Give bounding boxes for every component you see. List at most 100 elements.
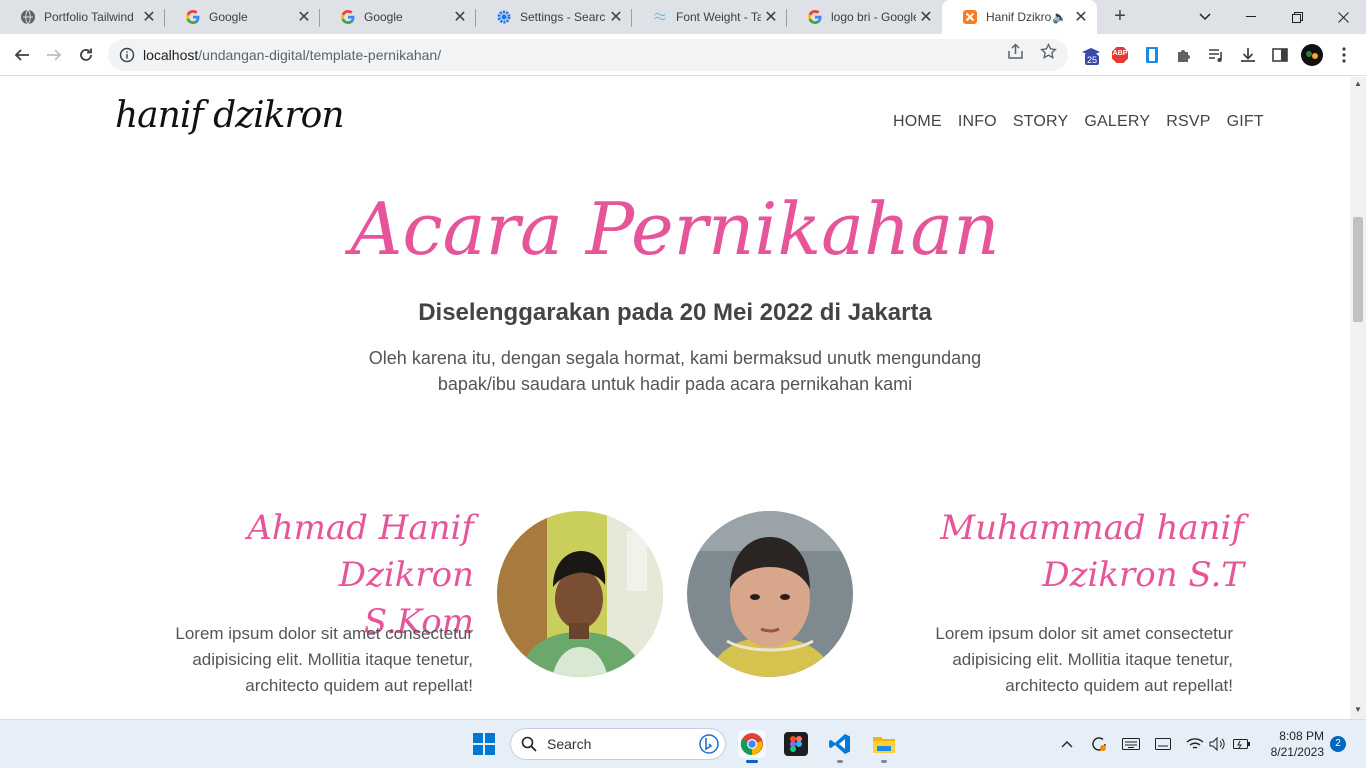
bookmark-star-icon[interactable] — [1039, 42, 1057, 60]
nav-info[interactable]: INFO — [958, 113, 997, 131]
groom-description: Lorem ipsum dolor sit amet consectetur a… — [175, 624, 473, 695]
search-icon — [521, 736, 537, 752]
tab-title: Font Weight - Tai — [676, 10, 761, 24]
reload-icon — [80, 48, 92, 61]
scroll-up-icon[interactable]: ▲ — [1354, 79, 1362, 88]
page-scrollbar[interactable]: ▲ ▼ — [1350, 77, 1366, 719]
url-path: /undangan-digital/template-pernikahan/ — [198, 47, 442, 63]
share-icon[interactable] — [1006, 42, 1024, 60]
site-logo[interactable]: hanif dzikron — [115, 95, 345, 136]
speaker-icon[interactable]: 🔈 — [1052, 10, 1067, 24]
xampp-icon — [962, 9, 978, 25]
media-queue-icon[interactable] — [1205, 44, 1227, 66]
second-name-line2: Dzikron S.T — [1042, 555, 1244, 595]
keyboard-icon[interactable] — [1121, 734, 1141, 754]
close-icon[interactable]: ✕ — [916, 7, 936, 27]
wifi-icon[interactable] — [1185, 734, 1205, 754]
close-icon[interactable]: ✕ — [450, 7, 470, 27]
extensions-puzzle-icon[interactable] — [1173, 44, 1195, 66]
groom-photo — [497, 511, 663, 677]
minimize-button[interactable] — [1228, 0, 1274, 34]
tab-google-2[interactable]: Google ✕ — [320, 0, 476, 34]
display-icon[interactable] — [1153, 734, 1173, 754]
search-placeholder: Search — [547, 736, 592, 752]
close-icon[interactable]: ✕ — [294, 7, 314, 27]
tailwind-icon — [652, 9, 668, 25]
hero-title: Acara Pernikahan — [350, 187, 1000, 271]
file-explorer-icon[interactable] — [870, 730, 898, 763]
figma-icon[interactable] — [782, 730, 810, 758]
info-icon[interactable] — [119, 47, 135, 63]
arrow-left-icon — [14, 49, 29, 61]
web-page: hanif dzikron HOME INFO STORY GALERY RSV… — [0, 77, 1350, 719]
tab-google-1[interactable]: Google ✕ — [165, 0, 320, 34]
address-bar[interactable]: localhost/undangan-digital/template-pern… — [108, 39, 1068, 71]
scroll-down-icon[interactable]: ▼ — [1354, 705, 1362, 714]
taskbar-search[interactable]: Search — [510, 728, 726, 760]
download-icon[interactable] — [1237, 44, 1259, 66]
close-icon[interactable]: ✕ — [761, 7, 781, 27]
hero-description: Oleh karena itu, dengan segala hormat, k… — [368, 348, 982, 394]
url-text: localhost/undangan-digital/template-pern… — [143, 47, 441, 63]
clock-date: 8/21/2023 — [1270, 745, 1324, 759]
nav-galery[interactable]: GALERY — [1084, 113, 1150, 131]
second-name-line1: Muhammad hanif — [940, 508, 1244, 548]
restore-button[interactable] — [1274, 0, 1320, 34]
volume-icon[interactable] — [1207, 734, 1227, 754]
tab-title: Google — [364, 10, 403, 24]
site-nav: HOME INFO STORY GALERY RSVP GIFT — [877, 113, 1264, 131]
scrollbar-thumb[interactable] — [1353, 217, 1363, 322]
tab-search-button[interactable] — [1182, 0, 1228, 34]
nav-home[interactable]: HOME — [893, 113, 942, 131]
taskbar-clock[interactable]: 8:08 PM 8/21/2023 — [1262, 728, 1324, 760]
tab-font-weight[interactable]: Font Weight - Tai ✕ — [632, 0, 787, 34]
bride-photo — [687, 511, 853, 677]
battery-icon[interactable] — [1232, 734, 1252, 754]
gear-icon — [496, 9, 512, 25]
menu-kebab-icon[interactable] — [1333, 44, 1355, 66]
chevron-up-icon[interactable] — [1057, 734, 1077, 754]
adblock-label: ABP — [1112, 50, 1128, 57]
profile-avatar[interactable] — [1301, 44, 1323, 66]
vscode-icon[interactable] — [826, 730, 854, 763]
extension-badge: 25 — [1085, 55, 1100, 65]
close-window-button[interactable] — [1320, 0, 1366, 34]
tab-settings[interactable]: Settings - Search ✕ — [476, 0, 632, 34]
tab-title: Settings - Search — [520, 10, 606, 24]
nav-rsvp[interactable]: RSVP — [1166, 113, 1210, 131]
close-icon[interactable]: ✕ — [606, 7, 626, 27]
tab-title: Hanif Dzikron — [986, 10, 1053, 24]
nav-gift[interactable]: GIFT — [1227, 113, 1264, 131]
close-icon[interactable]: ✕ — [1071, 7, 1091, 27]
groom-name-line1: Ahmad Hanif Dzikron — [247, 508, 474, 595]
second-person-description: Lorem ipsum dolor sit amet consectetur a… — [935, 624, 1233, 695]
sync-icon[interactable] — [1089, 734, 1109, 754]
side-panel-icon[interactable] — [1269, 44, 1291, 66]
extension-graduation-icon[interactable]: 25 — [1080, 44, 1102, 66]
close-icon[interactable]: ✕ — [139, 7, 159, 27]
tab-title: Portfolio Tailwind — [44, 10, 134, 24]
clock-time: 8:08 PM — [1279, 729, 1324, 743]
tab-strip: Portfolio Tailwind ✕ Google ✕ Google ✕ S… — [0, 0, 1366, 34]
tab-logo-bri[interactable]: logo bri - Google ✕ — [787, 0, 942, 34]
forward-button[interactable] — [42, 43, 66, 67]
tab-title: Google — [209, 10, 248, 24]
chrome-taskbar-icon[interactable] — [738, 730, 766, 763]
arrow-right-icon — [47, 49, 62, 61]
bing-icon[interactable] — [699, 734, 719, 754]
windows-start-icon[interactable] — [470, 730, 498, 758]
tab-hanif-dzikron[interactable]: Hanif Dzikron 🔈 ✕ — [942, 0, 1097, 34]
reload-button[interactable] — [74, 43, 98, 67]
tab-title: logo bri - Google — [831, 10, 916, 24]
extension-document-icon[interactable] — [1141, 44, 1163, 66]
notification-badge[interactable]: 2 — [1330, 736, 1346, 752]
globe-icon — [20, 9, 36, 25]
back-button[interactable] — [10, 43, 34, 67]
google-icon — [340, 9, 356, 25]
second-person-name: Muhammad hanif Dzikron S.T — [878, 505, 1244, 599]
adblock-icon[interactable]: ABP — [1109, 44, 1131, 66]
new-tab-button[interactable]: + — [1108, 5, 1132, 29]
nav-story[interactable]: STORY — [1013, 113, 1069, 131]
windows-taskbar: Search 8:08 PM 8/21/2023 2 — [0, 719, 1366, 768]
tab-portfolio[interactable]: Portfolio Tailwind ✕ — [0, 0, 165, 34]
